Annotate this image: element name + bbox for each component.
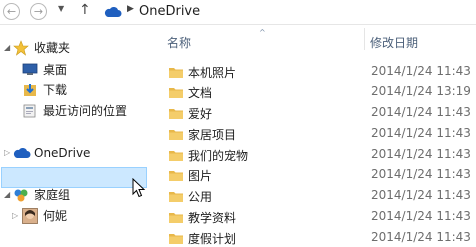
column-divider[interactable] [364, 28, 365, 50]
folder-icon [169, 88, 183, 98]
back-arrow-icon[interactable]: ← [3, 3, 20, 20]
file-date: 2014/1/24 13:19 [371, 84, 471, 98]
file-date: 2014/1/24 11:43 [371, 167, 471, 181]
folder-icon [169, 130, 183, 140]
nav-favorites-label: 收藏夹 [34, 41, 71, 55]
chevron-down-icon[interactable]: ▼ [58, 4, 64, 13]
onedrive-cloud-icon [104, 6, 122, 17]
file-date: 2014/1/24 11:43 [371, 209, 471, 223]
sort-ascending-icon: ^ [259, 28, 266, 37]
up-arrow-icon[interactable]: ↑ [79, 2, 91, 18]
file-row[interactable]: 本机照片 2014/1/24 11:43 [0, 61, 476, 81]
file-name: 本机照片 [188, 66, 237, 80]
file-row[interactable]: 文档 2014/1/24 13:19 [0, 81, 476, 101]
file-row[interactable]: 我们的宠物 2014/1/24 11:43 [0, 144, 476, 164]
file-row[interactable]: 公用 2014/1/24 11:43 [0, 185, 476, 205]
file-row[interactable]: 爱好 2014/1/24 11:43 [0, 102, 476, 122]
file-name: 公用 [188, 190, 213, 204]
file-row[interactable]: 家居项目 2014/1/24 11:43 [0, 123, 476, 143]
collapse-arrow-icon[interactable]: ◢ [4, 38, 10, 58]
file-row[interactable]: 教学资料 2014/1/24 11:43 [0, 206, 476, 226]
file-name: 家居项目 [188, 128, 237, 142]
folder-icon [169, 171, 183, 181]
folder-icon [169, 192, 183, 202]
folder-icon [169, 109, 183, 119]
file-date: 2014/1/24 11:43 [371, 105, 471, 119]
file-date: 2014/1/24 11:43 [371, 64, 471, 78]
file-name: 教学资料 [188, 211, 237, 225]
breadcrumb-onedrive[interactable]: OneDrive [139, 4, 200, 19]
file-date: 2014/1/24 11:43 [371, 230, 471, 244]
column-header-modified[interactable]: 修改日期 [370, 34, 418, 51]
file-date: 2014/1/24 11:43 [371, 188, 471, 202]
file-name: 我们的宠物 [188, 149, 249, 163]
file-row[interactable]: 度假计划 2014/1/24 11:43 [0, 227, 476, 247]
address-bar: ← → ▼ ↑ ▶ OneDrive [0, 0, 476, 24]
folder-icon [169, 213, 183, 223]
file-name: 爱好 [188, 107, 213, 121]
folder-icon [169, 151, 183, 161]
file-date: 2014/1/24 11:43 [371, 147, 471, 161]
breadcrumb-separator-icon: ▶ [127, 4, 134, 14]
file-date: 2014/1/24 11:43 [371, 126, 471, 140]
column-header-name[interactable]: 名称 [167, 34, 191, 51]
file-row[interactable]: 图片 2014/1/24 11:43 [0, 164, 476, 184]
folder-icon [169, 68, 183, 78]
forward-arrow-icon[interactable]: → [30, 3, 47, 20]
nav-favorites[interactable]: ◢ 收藏夹 [0, 38, 140, 58]
file-name: 图片 [188, 169, 213, 183]
star-icon [13, 40, 29, 56]
folder-icon [169, 234, 183, 244]
file-name: 度假计划 [188, 232, 237, 246]
file-name: 文档 [188, 86, 213, 100]
